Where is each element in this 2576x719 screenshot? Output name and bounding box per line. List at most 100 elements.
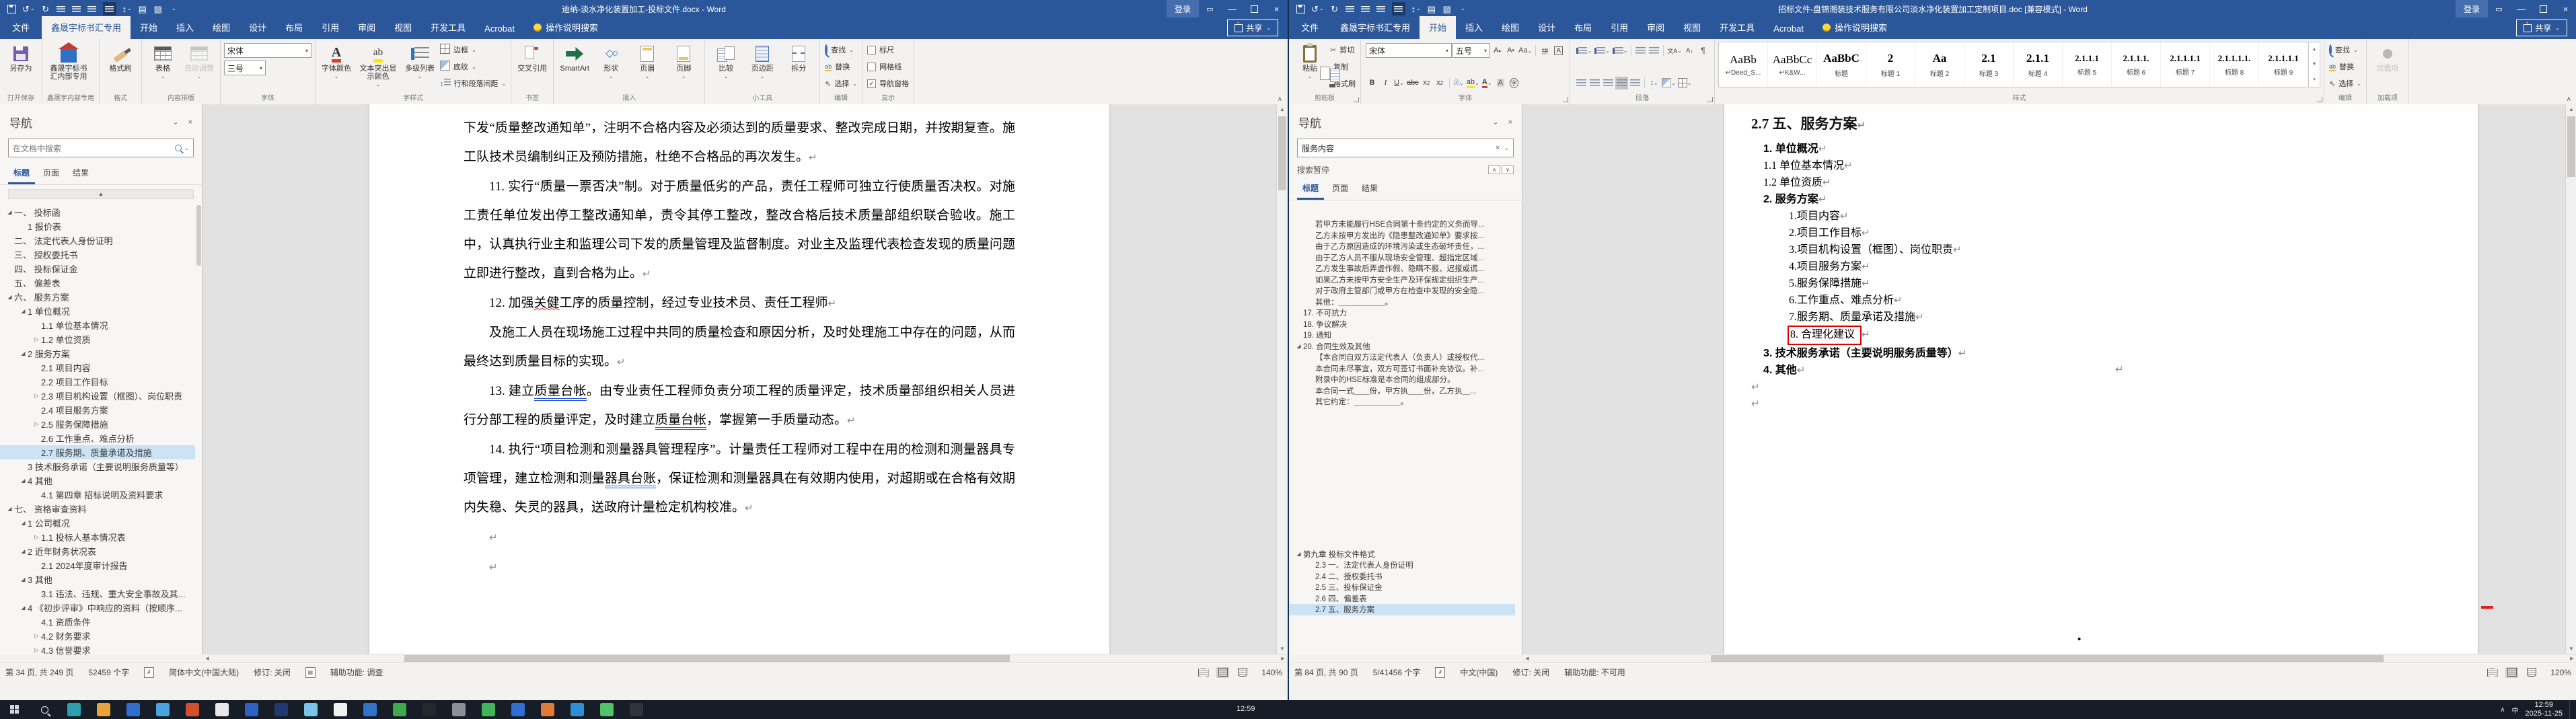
collapse-triangle-icon[interactable]: ◢: [5, 209, 14, 215]
tab-4[interactable]: 绘图: [203, 16, 240, 39]
nav-item[interactable]: 3 技术服务承诺（主要说明服务质量等）: [0, 459, 195, 474]
combo-宋体[interactable]: 宋体 ▾: [224, 43, 311, 58]
nav-item[interactable]: ▷ 2.5 服务保障措施: [0, 417, 195, 431]
align-left-button[interactable]: [1346, 2, 1355, 15]
nav-item[interactable]: ▷ 1.1 投标人基本情况表: [0, 530, 195, 544]
dialog-launcher-icon[interactable]: [2317, 97, 2322, 102]
nav-item[interactable]: 3.1 违法、违规、重大安全事故及其...: [0, 586, 195, 601]
align-center-button[interactable]: [1588, 77, 1601, 89]
taskbar-app-icon-4[interactable]: [156, 703, 170, 716]
tab-7[interactable]: 引用: [1601, 16, 1637, 39]
tab-2[interactable]: 开始: [1420, 16, 1457, 39]
tab-7[interactable]: 引用: [312, 16, 348, 39]
taskbar-app-icon-15[interactable]: [482, 703, 495, 716]
expand-triangle-icon[interactable]: ▷: [32, 336, 41, 342]
character-border-button[interactable]: A: [1552, 44, 1565, 57]
font-color-button[interactable]: A ⌄: [1481, 77, 1494, 89]
nav-search-input[interactable]: 服务内容 × ⌄: [1297, 139, 1514, 157]
nav-item[interactable]: ◢ 2 近年财务状况表: [0, 544, 195, 558]
zoom-level[interactable]: 120%: [2544, 668, 2571, 677]
grow-font-button[interactable]: A ▴: [1491, 44, 1504, 57]
subscript-button[interactable]: x2: [1420, 77, 1433, 89]
taskbar-app-icon-12[interactable]: [393, 703, 406, 716]
phonetic-guide-button[interactable]: 拼: [1539, 44, 1551, 57]
close-icon[interactable]: ×: [188, 118, 192, 126]
bullets-button[interactable]: ⌄: [1575, 44, 1592, 57]
nav-item[interactable]: 乙方未按甲方发出的《隐患整改通知单》要求按...: [1289, 230, 1515, 241]
nav-item[interactable]: 2.7 五、服务方案: [1289, 604, 1515, 615]
shrink-font-button[interactable]: A ▾: [1504, 44, 1517, 57]
chevron-down-icon[interactable]: ⌄: [172, 118, 178, 126]
taskbar-clock[interactable]: 12:59 2025-11-25: [2526, 701, 2563, 718]
nav-item[interactable]: 2.4 项目服务方案: [0, 403, 195, 417]
style-button[interactable]: ▤: [138, 2, 147, 15]
sort-button[interactable]: A↓: [1683, 44, 1696, 57]
combo-三号[interactable]: 三号 ▾: [224, 61, 266, 75]
format-painter-button[interactable]: ▨: [1442, 2, 1452, 15]
collapse-triangle-icon[interactable]: ◢: [5, 294, 14, 300]
tab-3[interactable]: 插入: [167, 16, 203, 39]
track-changes[interactable]: 修订: 关闭: [254, 667, 291, 678]
ribbon-small-选择[interactable]: ⇖ 选择 ⌄: [2329, 77, 2361, 90]
line-spacing-button[interactable]: ↕ ⌄: [122, 2, 132, 15]
language-indicator[interactable]: 中文(中国): [1460, 667, 1498, 678]
tab-5[interactable]: 设计: [240, 16, 276, 39]
nav-item[interactable]: 若甲方未能履行HSE合同第十条约定的义务而导...: [1289, 219, 1515, 230]
word-count[interactable]: 5/41456 个字: [1373, 667, 1421, 678]
tab-file[interactable]: 文件: [0, 16, 42, 39]
tab-8[interactable]: 审阅: [1637, 16, 1674, 39]
tab-10[interactable]: 开发工具: [1710, 16, 1764, 39]
taskbar-app-icon-19[interactable]: [600, 703, 614, 716]
ribbon-button-字体颜色[interactable]: A 字体颜色 ⌄: [319, 42, 354, 91]
asian-layout-button[interactable]: 文A ⌄: [1666, 44, 1683, 57]
collapse-triangle-icon[interactable]: ◢: [1294, 551, 1303, 557]
align-right-button[interactable]: [1602, 77, 1615, 89]
tab-4[interactable]: 绘图: [1492, 16, 1529, 39]
accessibility-status[interactable]: 辅助功能: 调查: [330, 667, 383, 678]
collapse-triangle-icon[interactable]: ◢: [19, 605, 28, 611]
close-button[interactable]: ×: [2554, 0, 2576, 17]
horizontal-scrollbar[interactable]: ◀ ▶: [1522, 654, 2576, 663]
taskbar-app-icon-14[interactable]: [452, 703, 466, 716]
vertical-scrollbar[interactable]: ▲ ▼: [2565, 104, 2576, 654]
pilcrow-button[interactable]: ¶: [1697, 44, 1709, 57]
bold-button[interactable]: B: [1366, 77, 1378, 89]
nav-item[interactable]: 对于政府主管部门或甲方在检查中发现的安全隐...: [1289, 285, 1515, 297]
format-painter-button[interactable]: ▨: [153, 2, 163, 15]
collapse-triangle-icon[interactable]: ◢: [19, 548, 28, 554]
numbering-button[interactable]: ⌄: [1593, 44, 1611, 57]
line-spacing-button[interactable]: ↕ ⌄: [1648, 77, 1660, 89]
character-shading-button[interactable]: A: [1494, 77, 1507, 89]
collapse-triangle-icon[interactable]: ◢: [19, 350, 28, 356]
collapse-triangle-icon[interactable]: ◢: [19, 520, 28, 526]
nav-item[interactable]: 【本合同自双方法定代表人（负责人）或授权代...: [1289, 352, 1515, 363]
ribbon-small-剪切[interactable]: ✂ 剪切: [1330, 43, 1356, 56]
ribbon-button-鑫晟宇标书汇内部专用[interactable]: 鑫晟宇标书汇内部专用: [46, 42, 91, 91]
scroll-down-icon[interactable]: ▼: [2566, 644, 2576, 654]
input-method-indicator[interactable]: 中: [2512, 705, 2519, 715]
enclose-character-button[interactable]: 字: [1508, 77, 1520, 89]
justify-button[interactable]: [102, 2, 116, 15]
taskbar-app-icon-7[interactable]: [245, 703, 258, 716]
tab-1[interactable]: 鑫晟宇标书汇专用: [1331, 16, 1420, 39]
nav-item[interactable]: 2.2 项目工作目标: [0, 375, 195, 389]
style-entry[interactable]: 2.1.1.1. 标题 6: [2112, 42, 2161, 87]
nav-item[interactable]: 由于乙方人员不服从现场安全管理、超指定区域...: [1289, 252, 1515, 264]
tab-3[interactable]: 插入: [1456, 16, 1492, 39]
nav-tab-标题[interactable]: 标题: [8, 164, 36, 184]
ribbon-small-查找[interactable]: 查找 ⌄: [2329, 43, 2361, 56]
ribbon-button-另存为[interactable]: 另存为: [3, 42, 38, 91]
redo-button[interactable]: ↻: [41, 2, 50, 15]
taskbar-app-icon-5[interactable]: [186, 703, 199, 716]
macro-icon[interactable]: ▤: [305, 667, 316, 678]
ribbon-button-比较[interactable]: 比较 ⌄: [708, 42, 743, 91]
nav-item[interactable]: 2.4 二、授权委托书: [1289, 571, 1515, 582]
nav-item[interactable]: 本合同一式＿＿份，甲方执＿＿份，乙方执＿...: [1289, 385, 1515, 397]
web-layout-button[interactable]: [1236, 667, 1249, 678]
nav-item[interactable]: 五、 偏差表: [0, 276, 195, 290]
expand-triangle-icon[interactable]: ▷: [32, 393, 41, 399]
ribbon-button-文本突出显示颜色[interactable]: ab 文本突出显示颜色 ⌄: [355, 42, 401, 91]
close-icon[interactable]: ×: [1508, 118, 1512, 126]
nav-item[interactable]: ◢ 1 单位概况: [0, 304, 195, 318]
ribbon-button-页眉[interactable]: 页眉 ⌄: [630, 42, 665, 91]
